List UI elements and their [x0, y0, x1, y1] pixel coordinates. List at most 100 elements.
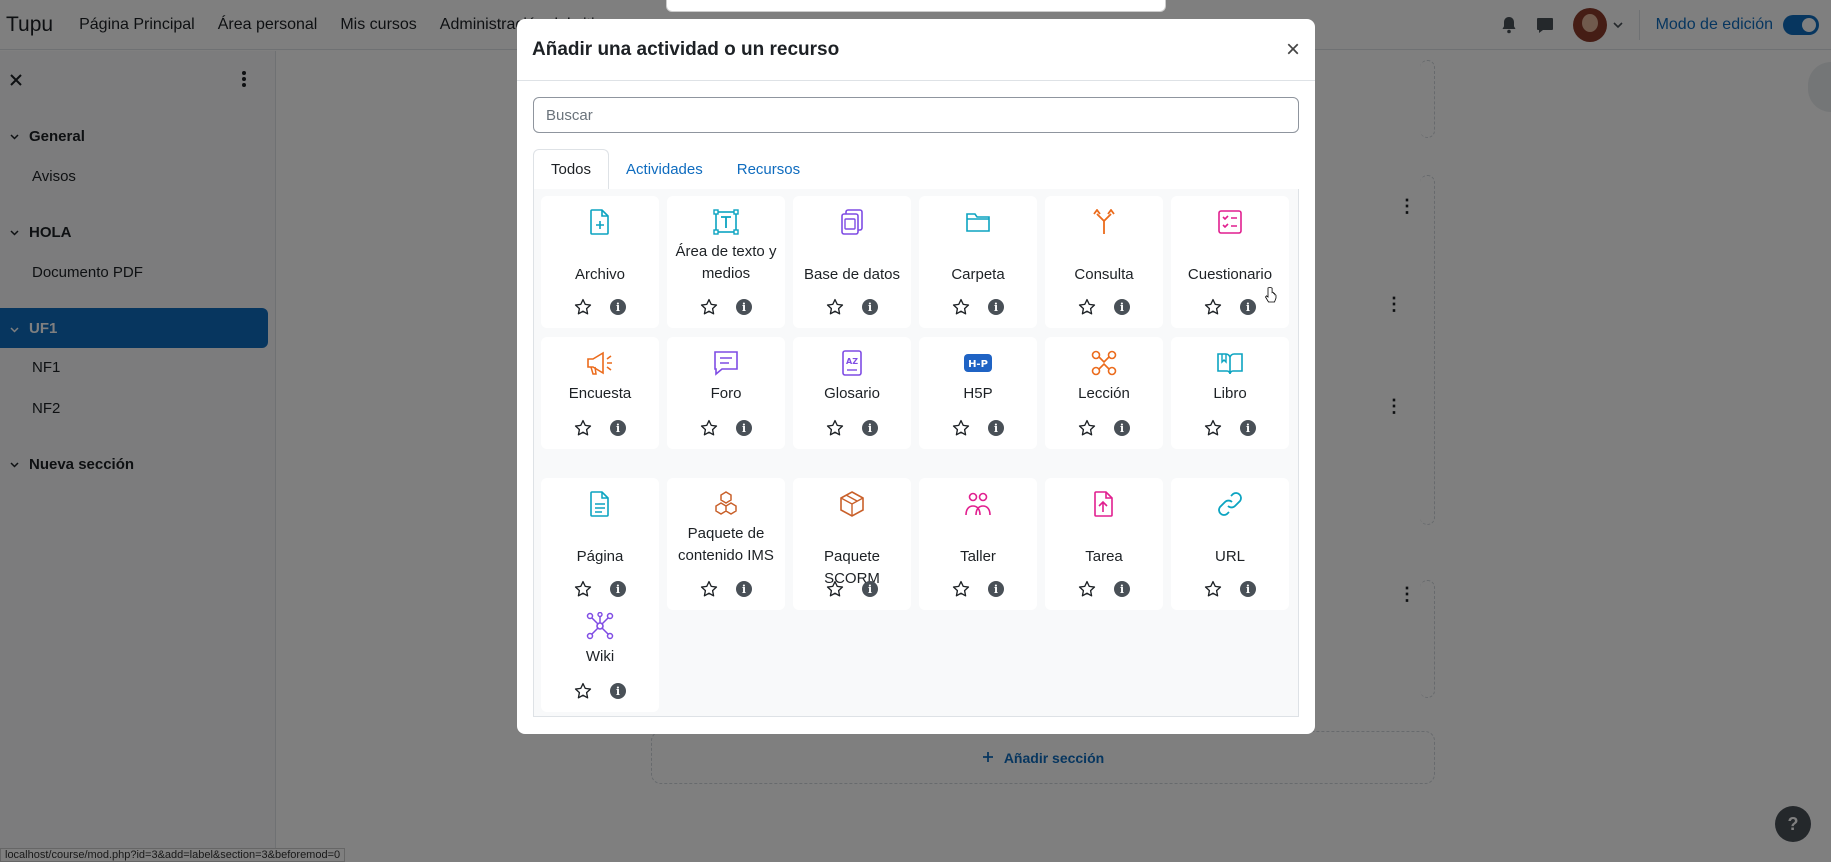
star-icon[interactable]	[826, 298, 844, 316]
info-icon[interactable]: i	[862, 299, 878, 315]
chooser-item-h5p[interactable]: H-P H5P i	[919, 337, 1037, 449]
h5p-icon: H-P	[964, 349, 992, 377]
star-icon[interactable]	[700, 419, 718, 437]
star-icon[interactable]	[574, 682, 592, 700]
chooser-item-wiki[interactable]: Wiki i	[541, 600, 659, 712]
chooser-item-forum[interactable]: Foro i	[667, 337, 785, 449]
info-icon[interactable]: i	[862, 581, 878, 597]
chooser-item-book[interactable]: Libro i	[1171, 337, 1289, 449]
info-icon[interactable]: i	[1240, 299, 1256, 315]
search-input[interactable]	[533, 97, 1299, 133]
chooser-item-text-media[interactable]: Área de texto y medios i	[667, 196, 785, 328]
chooser-item-feedback[interactable]: Encuesta i	[541, 337, 659, 449]
ims-package-icon	[712, 490, 740, 518]
chooser-item-name: H5P	[963, 385, 993, 402]
chooser-item-actions: i	[574, 419, 626, 437]
chooser-item-name: Base de datos	[804, 266, 900, 283]
info-icon[interactable]: i	[1114, 299, 1130, 315]
chooser-item-database[interactable]: Base de datos i	[793, 196, 911, 328]
chooser-item-actions: i	[1078, 298, 1130, 316]
chooser-item-glossary[interactable]: AZ Glosario i	[793, 337, 911, 449]
book-icon	[1216, 349, 1244, 377]
text-media-icon	[712, 208, 740, 236]
chooser-item-name: Página	[576, 548, 624, 565]
chooser-item-name: Encuesta	[568, 385, 632, 402]
star-icon[interactable]	[1204, 298, 1222, 316]
chooser-item-page[interactable]: Página i	[541, 478, 659, 610]
tab-actividades[interactable]: Actividades	[609, 149, 720, 190]
chooser-item-name: Wiki	[585, 648, 615, 665]
activity-chooser-modal: Añadir una actividad o un recurso × Todo…	[517, 19, 1315, 734]
info-icon[interactable]: i	[610, 420, 626, 436]
chooser-item-lesson[interactable]: Lección i	[1045, 337, 1163, 449]
info-icon[interactable]: i	[736, 420, 752, 436]
star-icon[interactable]	[826, 580, 844, 598]
chooser-item-actions: i	[700, 298, 752, 316]
url-icon	[1216, 490, 1244, 518]
chooser-item-name: URL	[1214, 548, 1245, 565]
chooser-item-name: Archivo	[574, 266, 626, 283]
star-icon[interactable]	[1078, 298, 1096, 316]
modal-header: Añadir una actividad o un recurso ×	[517, 19, 1315, 81]
chooser-item-quiz[interactable]: Cuestionario i	[1171, 196, 1289, 328]
info-icon[interactable]: i	[610, 581, 626, 597]
chooser-item-actions: i	[700, 419, 752, 437]
chooser-item-actions: i	[700, 580, 752, 598]
info-icon[interactable]: i	[988, 581, 1004, 597]
star-icon[interactable]	[952, 580, 970, 598]
page-icon	[586, 490, 614, 518]
chooser-item-name: Glosario	[824, 385, 880, 402]
star-icon[interactable]	[1204, 580, 1222, 598]
info-icon[interactable]: i	[988, 299, 1004, 315]
chooser-item-scorm-package[interactable]: Paquete SCORM i	[793, 478, 911, 610]
close-icon[interactable]: ×	[1286, 37, 1300, 62]
chooser-item-name: Libro	[1213, 385, 1247, 402]
underlying-dropdown-card	[666, 0, 1166, 12]
star-icon[interactable]	[574, 580, 592, 598]
info-icon[interactable]: i	[610, 299, 626, 315]
star-icon[interactable]	[952, 419, 970, 437]
star-icon[interactable]	[700, 580, 718, 598]
star-icon[interactable]	[826, 419, 844, 437]
chooser-item-actions: i	[952, 298, 1004, 316]
file-icon	[586, 208, 614, 236]
glossary-icon: AZ	[838, 349, 866, 377]
star-icon[interactable]	[1204, 419, 1222, 437]
chooser-item-name: Área de texto y medios	[675, 243, 777, 282]
chooser-item-assignment[interactable]: Tarea i	[1045, 478, 1163, 610]
chooser-item-choice[interactable]: Consulta i	[1045, 196, 1163, 328]
info-icon[interactable]: i	[862, 420, 878, 436]
modal-title: Añadir una actividad o un recurso	[532, 38, 840, 60]
chooser-item-actions: i	[574, 298, 626, 316]
info-icon[interactable]: i	[736, 581, 752, 597]
info-icon[interactable]: i	[1114, 420, 1130, 436]
chooser-item-name: Consulta	[1074, 266, 1134, 283]
chooser-item-actions: i	[1078, 419, 1130, 437]
star-icon[interactable]	[1078, 580, 1096, 598]
star-icon[interactable]	[574, 298, 592, 316]
tab-todos[interactable]: Todos	[533, 149, 610, 190]
chooser-item-url[interactable]: URL i	[1171, 478, 1289, 610]
info-icon[interactable]: i	[1240, 581, 1256, 597]
info-icon[interactable]: i	[610, 683, 626, 699]
info-icon[interactable]: i	[1240, 420, 1256, 436]
chooser-item-actions: i	[1204, 298, 1256, 316]
info-icon[interactable]: i	[1114, 581, 1130, 597]
star-icon[interactable]	[1078, 419, 1096, 437]
chooser-item-workshop[interactable]: Taller i	[919, 478, 1037, 610]
chooser-item-file[interactable]: Archivo i	[541, 196, 659, 328]
chooser-item-folder[interactable]: Carpeta i	[919, 196, 1037, 328]
star-icon[interactable]	[700, 298, 718, 316]
mouse-cursor-icon	[1265, 287, 1277, 303]
svg-text:AZ: AZ	[846, 357, 858, 366]
feedback-icon	[586, 349, 614, 377]
info-icon[interactable]: i	[736, 299, 752, 315]
tab-recursos[interactable]: Recursos	[720, 149, 817, 190]
star-icon[interactable]	[952, 298, 970, 316]
star-icon[interactable]	[574, 419, 592, 437]
chooser-item-actions: i	[826, 419, 878, 437]
chooser-item-ims-package[interactable]: Paquete de contenido IMS i	[667, 478, 785, 610]
chooser-item-name: Carpeta	[951, 266, 1005, 283]
info-icon[interactable]: i	[988, 420, 1004, 436]
chooser-tabs: Todos Actividades Recursos	[533, 149, 1299, 190]
